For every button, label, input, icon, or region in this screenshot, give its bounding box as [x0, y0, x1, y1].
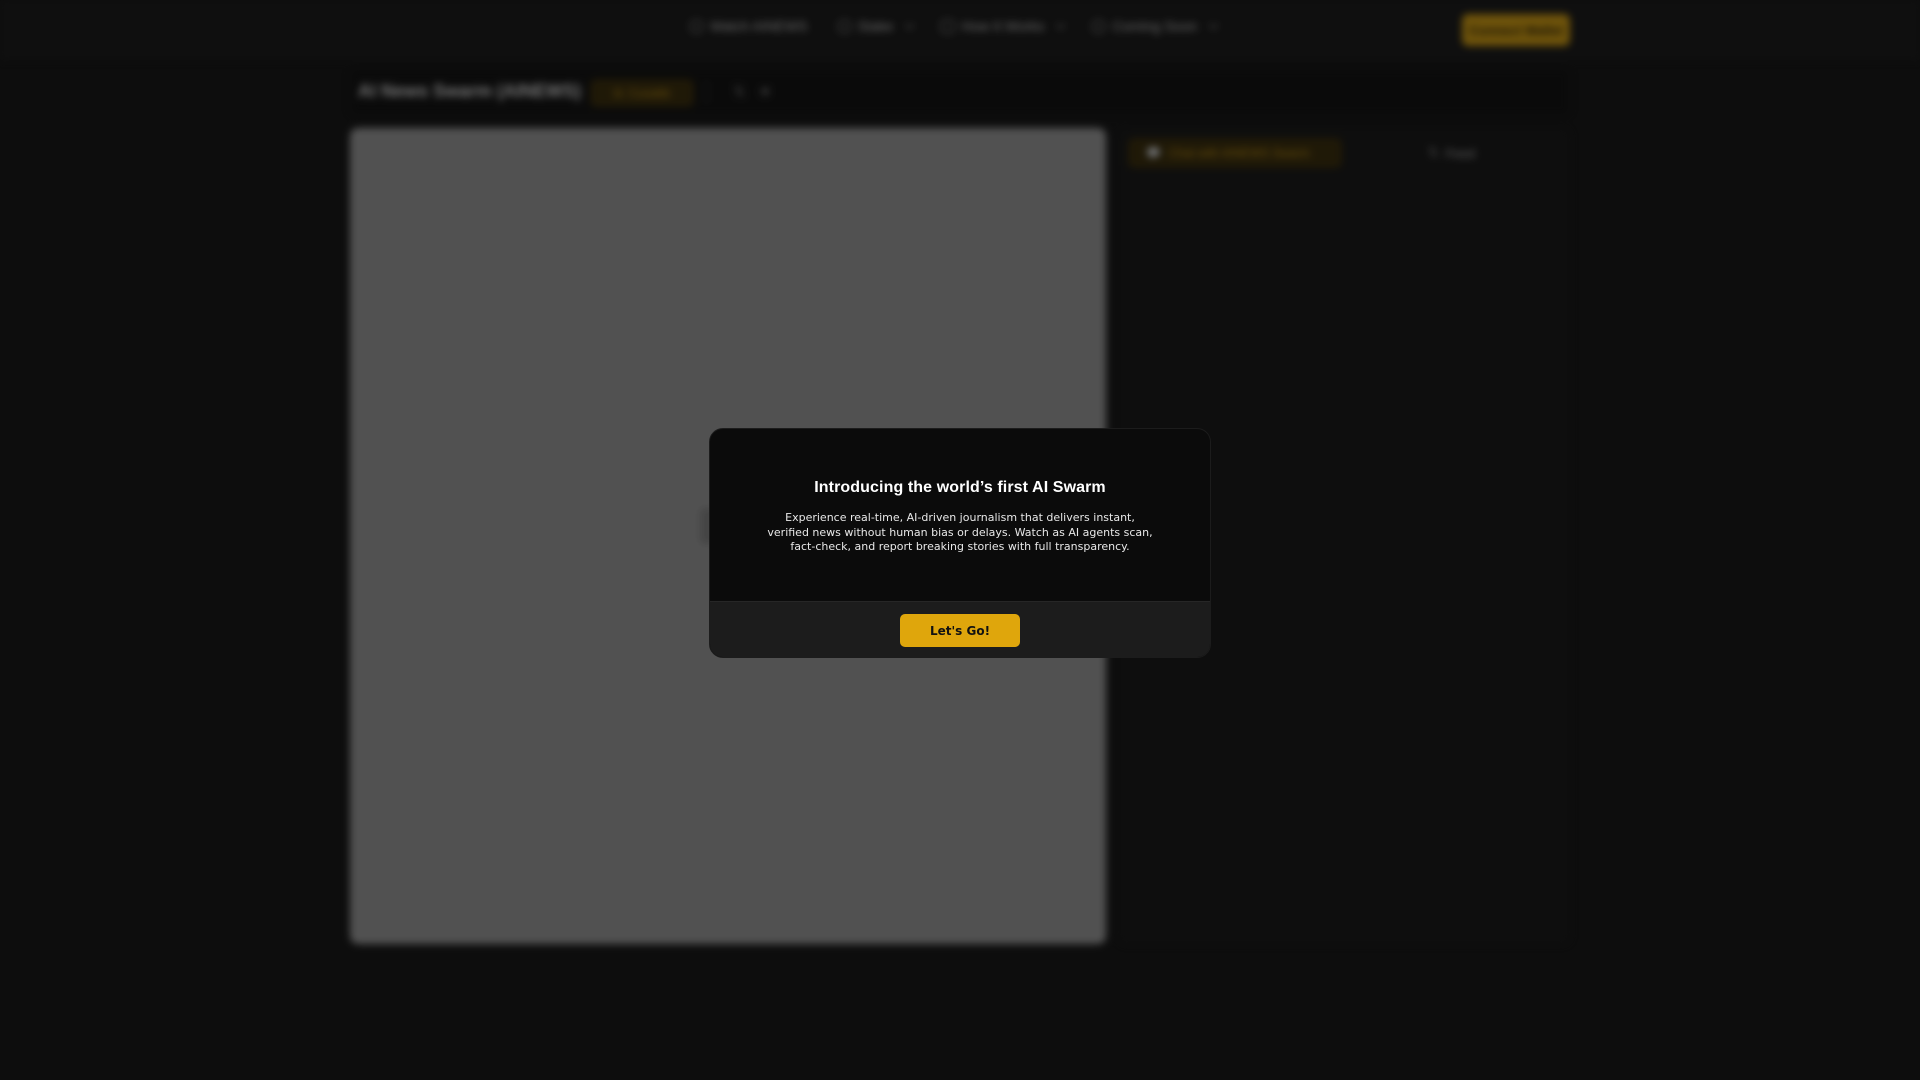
- modal-description: Experience real-time, AI-driven journali…: [767, 511, 1153, 553]
- modal-title: Introducing the world’s first AI Swarm: [814, 479, 1106, 496]
- modal-body: Introducing the world’s first AI Swarm E…: [710, 429, 1210, 601]
- modal-footer: Let's Go!: [710, 601, 1210, 657]
- intro-modal: Introducing the world’s first AI Swarm E…: [709, 428, 1211, 658]
- lets-go-button[interactable]: Let's Go!: [900, 614, 1020, 647]
